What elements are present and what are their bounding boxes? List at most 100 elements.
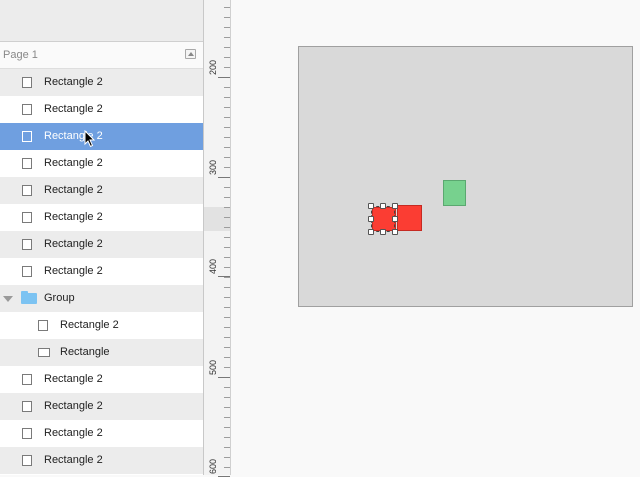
ruler-tick xyxy=(224,37,230,38)
rectangle-wide-icon xyxy=(38,348,50,357)
layer-row[interactable]: Rectangle 2 xyxy=(0,312,203,339)
resize-handle-top-right[interactable] xyxy=(392,203,398,209)
ruler-tick xyxy=(224,397,230,398)
ruler-tick xyxy=(224,97,230,98)
layer-row[interactable]: Rectangle 2 xyxy=(0,366,203,393)
ruler-tick xyxy=(224,207,230,208)
ruler-tick xyxy=(224,117,230,118)
resize-handle-right[interactable] xyxy=(392,216,398,222)
layer-row[interactable]: Rectangle xyxy=(0,339,203,366)
page-header[interactable]: Page 1 xyxy=(0,42,203,69)
rectangle-icon xyxy=(22,131,32,142)
layer-row[interactable]: Rectangle 2 xyxy=(0,393,203,420)
layer-row[interactable]: Rectangle 2 xyxy=(0,69,203,96)
resize-handle-bottom-left[interactable] xyxy=(368,229,374,235)
layer-label: Rectangle 2 xyxy=(44,454,103,466)
layer-label: Rectangle 2 xyxy=(44,373,103,385)
ruler-tick xyxy=(224,467,230,468)
ruler-tick xyxy=(224,427,230,428)
canvas[interactable] xyxy=(231,0,640,475)
layer-row[interactable]: Rectangle 2 xyxy=(0,258,203,285)
rectangle-icon xyxy=(22,158,32,169)
ruler-tick xyxy=(224,247,230,248)
layer-label: Rectangle 2 xyxy=(44,76,103,88)
rectangle-icon xyxy=(22,428,32,439)
ruler-tick xyxy=(224,157,230,158)
ruler-tick xyxy=(224,447,230,448)
ruler-tick xyxy=(224,237,230,238)
layer-label: Rectangle 2 xyxy=(44,157,103,169)
layer-group-row[interactable]: Group xyxy=(0,285,203,312)
rectangle-icon xyxy=(22,239,32,250)
layer-label: Rectangle 2 xyxy=(60,319,119,331)
ruler-tick xyxy=(224,437,230,438)
rectangle-icon xyxy=(22,266,32,277)
rectangle-icon xyxy=(22,185,32,196)
ruler-tick xyxy=(224,327,230,328)
ruler-tick xyxy=(224,227,230,228)
layer-row[interactable]: Rectangle 2 xyxy=(0,123,203,150)
resize-handle-top-left[interactable] xyxy=(368,203,374,209)
rectangle-icon xyxy=(22,77,32,88)
collapse-icon[interactable] xyxy=(185,49,196,59)
layer-row[interactable]: Rectangle 2 xyxy=(0,150,203,177)
ruler-tick xyxy=(224,267,230,268)
folder-icon xyxy=(21,291,37,304)
layer-row[interactable]: Rectangle 2 xyxy=(0,231,203,258)
vertical-ruler: 200 300 400 500 600 xyxy=(204,0,231,477)
layer-label: Rectangle 2 xyxy=(44,238,103,250)
layer-label: Rectangle 2 xyxy=(44,400,103,412)
mouse-cursor-icon xyxy=(84,130,96,148)
ruler-tick xyxy=(224,357,230,358)
layer-row[interactable]: Rectangle 2 xyxy=(0,447,203,474)
layer-label: Group xyxy=(44,292,75,304)
ruler-tick xyxy=(224,307,230,308)
ruler-tick xyxy=(224,317,230,318)
ruler-major-tick xyxy=(218,377,230,378)
ruler-label: 600 xyxy=(208,458,218,474)
ruler-tick xyxy=(224,67,230,68)
ruler-tick xyxy=(224,187,230,188)
layer-row[interactable]: Rectangle 2 xyxy=(0,177,203,204)
layer-label: Rectangle xyxy=(60,346,110,358)
layer-label: Rectangle 2 xyxy=(44,211,103,223)
ruler-tick xyxy=(224,417,230,418)
ruler-tick xyxy=(224,277,230,278)
layer-label: Rectangle 2 xyxy=(44,184,103,196)
rectangle-icon xyxy=(22,104,32,115)
rectangle-icon xyxy=(38,320,48,331)
ruler-tick xyxy=(224,137,230,138)
ruler-label: 400 xyxy=(208,258,218,274)
rectangle-icon xyxy=(22,455,32,466)
ruler-tick xyxy=(224,167,230,168)
disclosure-triangle-icon[interactable] xyxy=(3,296,13,302)
rectangle-icon xyxy=(22,374,32,385)
ruler-tick xyxy=(224,297,230,298)
layer-label: Rectangle 2 xyxy=(44,103,103,115)
resize-handle-left[interactable] xyxy=(368,216,374,222)
ruler-label: 300 xyxy=(208,159,218,175)
ruler-tick xyxy=(224,337,230,338)
layer-row[interactable]: Rectangle 2 xyxy=(0,96,203,123)
green-rectangle[interactable] xyxy=(443,180,466,206)
layer-label: Rectangle 2 xyxy=(44,427,103,439)
layer-label: Rectangle 2 xyxy=(44,265,103,277)
ruler-label: 500 xyxy=(208,359,218,375)
layer-row[interactable]: Rectangle 2 xyxy=(0,204,203,231)
resize-handle-bottom-right[interactable] xyxy=(392,229,398,235)
ruler-tick xyxy=(224,197,230,198)
red-rectangle[interactable] xyxy=(397,205,422,231)
ruler-tick xyxy=(224,387,230,388)
resize-handle-bottom[interactable] xyxy=(380,229,386,235)
layer-row[interactable]: Rectangle 2 xyxy=(0,420,203,447)
ruler-tick xyxy=(224,367,230,368)
ruler-tick xyxy=(224,57,230,58)
artboard[interactable] xyxy=(298,46,633,307)
ruler-major-tick xyxy=(218,77,230,78)
ruler-tick xyxy=(224,17,230,18)
ruler-tick xyxy=(224,107,230,108)
ruler-major-tick xyxy=(218,177,230,178)
rectangle-icon xyxy=(22,212,32,223)
resize-handle-top[interactable] xyxy=(380,203,386,209)
ruler-tick xyxy=(224,407,230,408)
